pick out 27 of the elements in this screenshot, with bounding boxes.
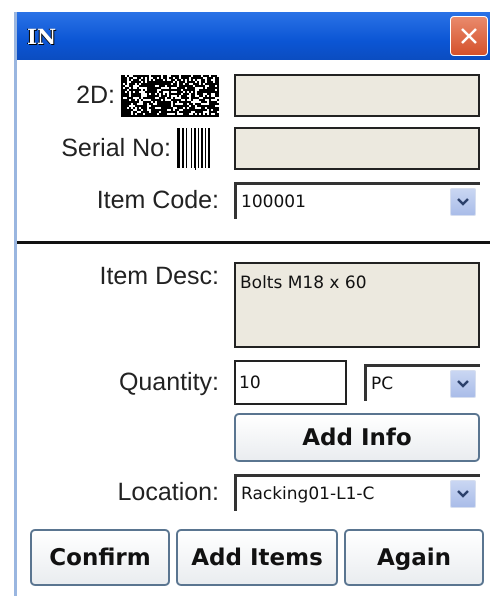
field-label: Serial No: bbox=[61, 134, 171, 163]
quantity-field[interactable]: 10 bbox=[234, 360, 347, 405]
input-field[interactable] bbox=[234, 127, 480, 170]
field-label: Item Code: bbox=[96, 186, 219, 215]
close-button[interactable] bbox=[450, 16, 488, 56]
dropdown-button[interactable] bbox=[450, 188, 476, 216]
chevron-icon bbox=[456, 489, 470, 499]
field-label: Item Desc: bbox=[100, 262, 219, 291]
action-button[interactable]: Confirm bbox=[30, 529, 170, 586]
input-field[interactable] bbox=[234, 74, 480, 117]
add-info-button[interactable]: Add Info bbox=[234, 413, 480, 462]
action-button[interactable]: Add Items bbox=[176, 529, 338, 586]
dropdown-field[interactable]: Racking01-L1-C bbox=[234, 474, 480, 511]
close-icon bbox=[460, 27, 478, 45]
matrix-code-icon bbox=[121, 74, 219, 116]
field-label: Quantity: bbox=[118, 368, 219, 397]
chevron-icon bbox=[456, 197, 470, 207]
dropdown-button[interactable] bbox=[450, 370, 476, 398]
unit-dropdown[interactable]: PC bbox=[364, 364, 480, 401]
dropdown-field[interactable]: 100001 bbox=[234, 182, 480, 219]
field-label: 2D: bbox=[76, 81, 115, 110]
dropdown-button[interactable] bbox=[450, 480, 476, 508]
description-field[interactable]: Bolts M18 x 60 bbox=[234, 262, 480, 348]
chevron-icon bbox=[456, 379, 470, 389]
window-title: IN bbox=[27, 24, 56, 48]
action-button[interactable]: Again bbox=[344, 529, 484, 586]
field-label: Location: bbox=[118, 478, 219, 507]
